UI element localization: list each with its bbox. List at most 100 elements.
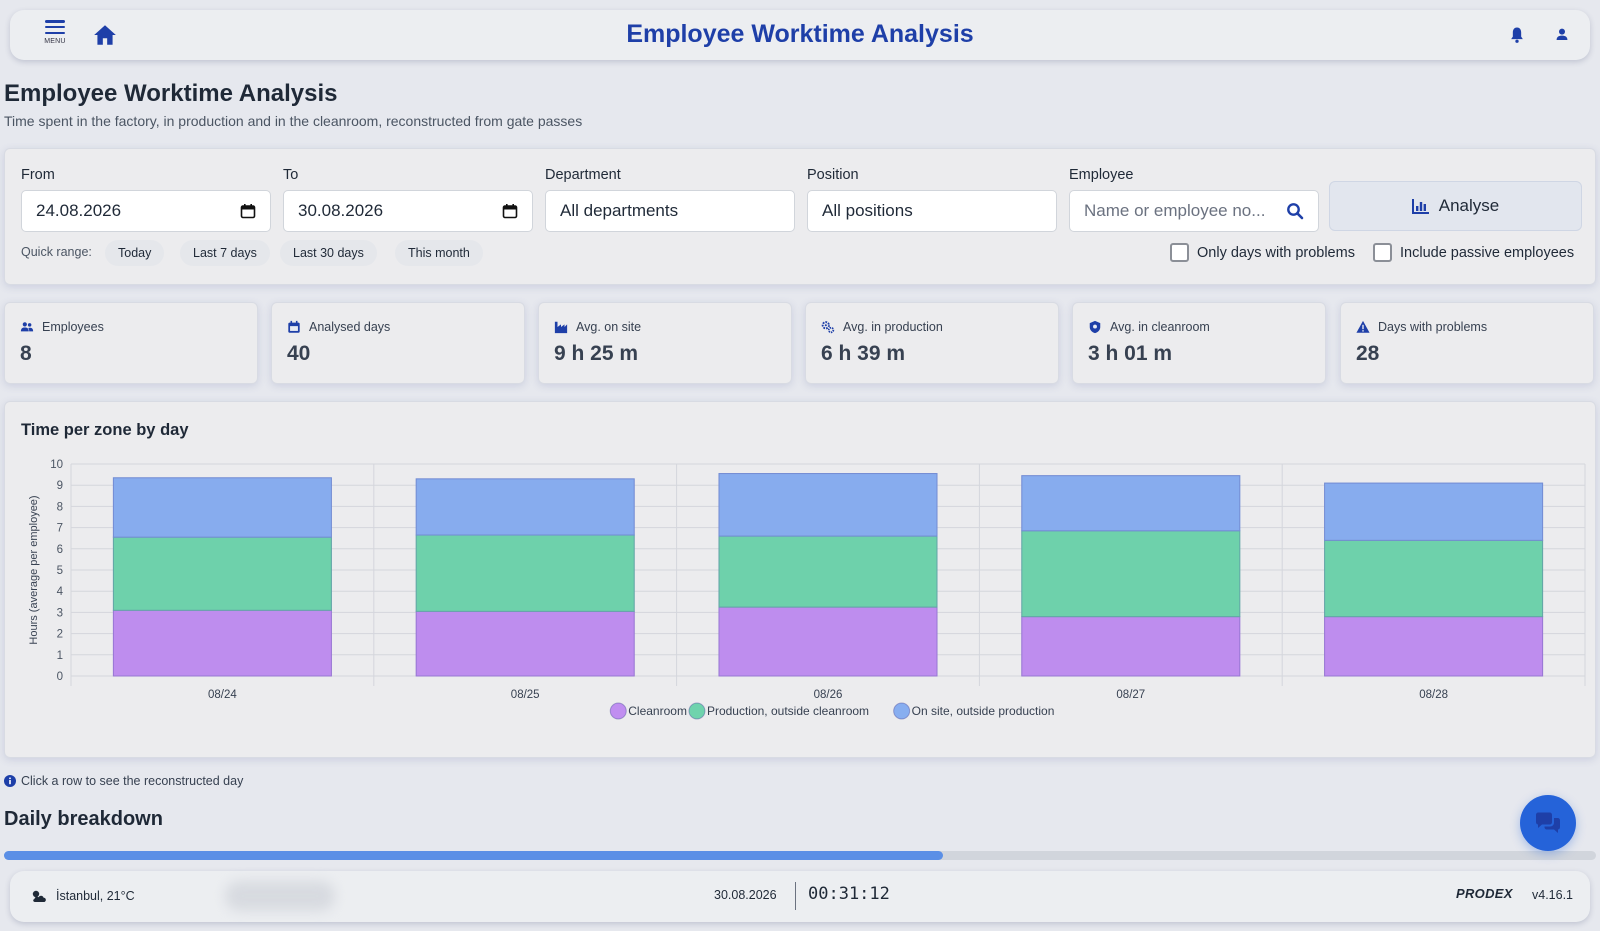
quick-range-label: Quick range: (21, 245, 92, 259)
y-tick-label: 8 (57, 501, 63, 513)
stat-label: Employees (42, 320, 104, 334)
include-passive-label: Include passive employees (1400, 244, 1575, 261)
menu-label: MENU (44, 38, 66, 45)
bar-segment (415, 478, 635, 536)
only-problems-label: Only days with problems (1197, 244, 1355, 261)
analyse-label: Analyse (1438, 196, 1500, 215)
from-date-input[interactable]: 24.08.2026 (21, 190, 271, 232)
checkbox-box[interactable] (1170, 243, 1189, 262)
filter-panel: From 24.08.2026 To 30.08.2026 Department… (4, 148, 1596, 285)
daily-breakdown-title: Daily breakdown (4, 808, 163, 830)
legend-label: On site, outside production (912, 704, 1055, 718)
calendar-picker-icon[interactable] (240, 203, 256, 219)
y-tick-label: 5 (57, 565, 63, 577)
stat-label: Avg. on site (576, 320, 642, 334)
loading-progress-bar (4, 851, 1596, 860)
employee-search-input[interactable]: Name or employee no... (1069, 190, 1319, 232)
y-tick-label: 1 (57, 650, 63, 662)
app-title: Employee Worktime Analysis (626, 20, 974, 48)
bell-icon (1511, 27, 1523, 43)
y-tick-label: 9 (57, 480, 63, 492)
to-date-value: 30.08.2026 (298, 201, 384, 220)
bar-segment (718, 535, 938, 608)
zone-time-chart-card: Time per zone by day 0 1 2 3 4 5 6 7 8 9 10 Hours (… (4, 401, 1596, 758)
brand-logo-text: PRODEX (1456, 886, 1513, 901)
hamburger-icon (45, 20, 65, 34)
stat-card-employees: Employees 8 (4, 302, 258, 384)
y-tick-label: 6 (57, 544, 63, 556)
chat-icon (1536, 812, 1560, 833)
legend-label: Production, outside cleanroom (707, 704, 869, 718)
info-note-text: Click a row to see the reconstructed day (21, 774, 244, 788)
x-tick-label: 08/28 (1419, 689, 1448, 701)
quick-range-last-7-days[interactable]: Last 7 days (180, 240, 270, 266)
employee-placeholder: Name or employee no... (1084, 201, 1266, 220)
progress-fill (4, 851, 944, 860)
app-version: v4.16.1 (1532, 888, 1574, 902)
bar-segment (1324, 616, 1544, 677)
department-value: All departments (560, 201, 679, 220)
factory-icon (554, 321, 568, 334)
page-title: Employee Worktime Analysis (4, 80, 338, 107)
stat-value: 8 (20, 342, 32, 365)
stat-card-days-with-problems: Days with problems 28 (1340, 302, 1594, 384)
calendar-icon (288, 320, 300, 333)
to-label: To (283, 167, 299, 183)
position-select[interactable]: All positions (807, 190, 1057, 232)
quick-range-last-30-days[interactable]: Last 30 days (280, 240, 377, 266)
quick-range-this-month[interactable]: This month (395, 240, 483, 266)
legend-label: Cleanroom (628, 704, 687, 718)
calendar-picker-icon[interactable] (502, 203, 518, 219)
checkbox-box[interactable] (1373, 243, 1392, 262)
bar-segment (718, 473, 938, 537)
bar-segment (718, 606, 938, 677)
weather-widget: İstanbul, 21°C (30, 888, 135, 903)
info-icon (4, 775, 16, 787)
home-button[interactable] (92, 22, 118, 48)
stat-card-analysed-days: Analysed days 40 (271, 302, 525, 384)
bar-segment (1021, 475, 1241, 532)
cloud-sun-icon (32, 890, 46, 902)
stat-card-avg-in-production: Avg. in production 6 h 39 m (805, 302, 1059, 384)
bar-segment (112, 477, 332, 538)
chat-button[interactable] (1520, 795, 1576, 851)
x-tick-label: 08/27 (1116, 689, 1145, 701)
blurred-region (225, 881, 335, 911)
search-icon[interactable] (1286, 202, 1304, 220)
bar-segment (1324, 539, 1544, 618)
include-passive-checkbox[interactable]: Include passive employees (1373, 243, 1574, 262)
status-clock: 00:31:12 (808, 884, 890, 904)
warning-icon (1356, 320, 1370, 333)
x-tick-label: 08/26 (814, 689, 843, 701)
x-tick-label: 08/24 (208, 689, 237, 701)
bar-segment (1021, 530, 1241, 618)
stat-value: 40 (287, 342, 311, 365)
employee-label: Employee (1069, 167, 1134, 183)
y-tick-label: 10 (50, 459, 63, 471)
user-button[interactable] (1552, 25, 1572, 45)
status-bar: İstanbul, 21°C 30.08.2026 00:31:12 PRODE… (10, 871, 1590, 922)
stat-label: Days with problems (1378, 320, 1488, 334)
status-date: 30.08.2026 (714, 888, 777, 902)
y-tick-label: 2 (57, 629, 63, 641)
gears-icon (821, 321, 835, 334)
stat-value: 3 h 01 m (1088, 342, 1173, 365)
users-icon (20, 322, 34, 332)
analyse-button[interactable]: Analyse (1329, 181, 1582, 231)
x-tick-label: 08/25 (511, 689, 540, 701)
bar-segment (1021, 616, 1241, 677)
bar-segment (1324, 482, 1544, 541)
only-problems-checkbox[interactable]: Only days with problems (1170, 243, 1355, 262)
y-tick-label: 7 (57, 523, 63, 535)
menu-button[interactable]: MENU (40, 20, 70, 54)
user-icon (1556, 28, 1568, 40)
department-select[interactable]: All departments (545, 190, 795, 232)
to-date-input[interactable]: 30.08.2026 (283, 190, 533, 232)
from-date-value: 24.08.2026 (36, 201, 122, 220)
quick-range-today[interactable]: Today (105, 240, 165, 266)
notifications-button[interactable] (1507, 25, 1527, 45)
weather-text: İstanbul, 21°C (56, 888, 135, 903)
from-label: From (21, 167, 55, 183)
stat-card-avg-in-cleanroom: Avg. in cleanroom 3 h 01 m (1072, 302, 1326, 384)
stat-label: Analysed days (309, 320, 391, 334)
